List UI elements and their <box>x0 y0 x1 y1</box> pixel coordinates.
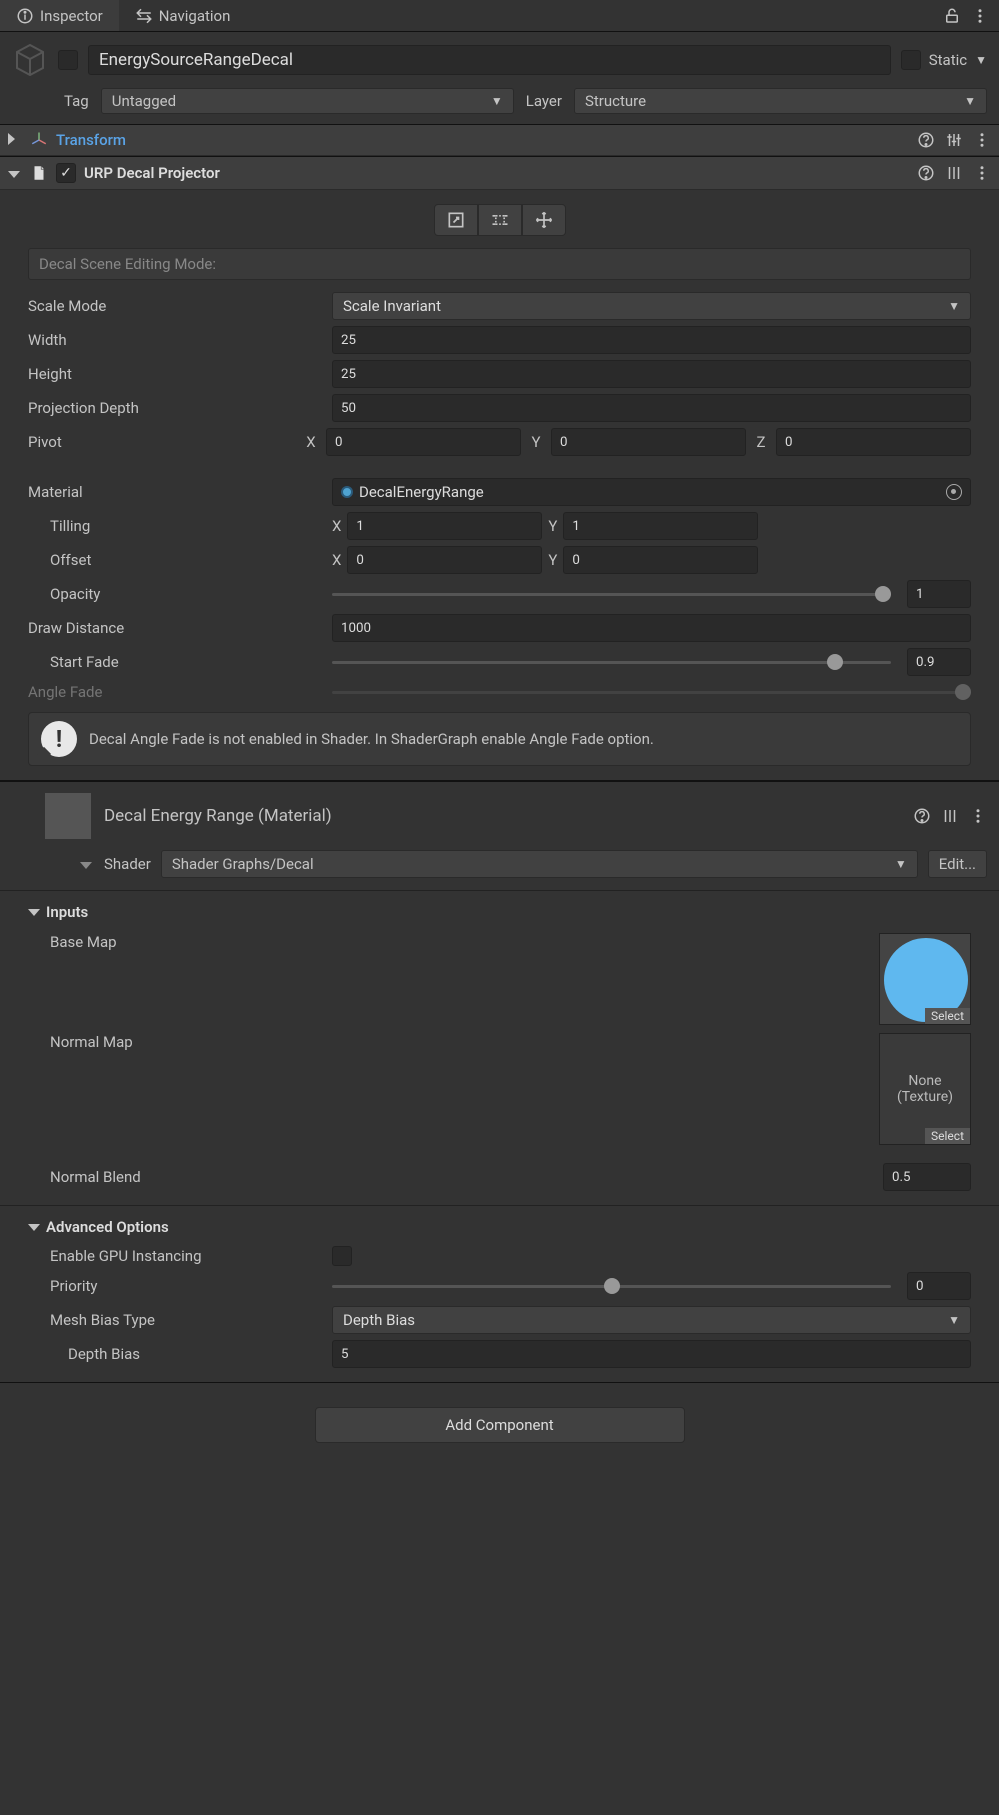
warning-icon: ! <box>41 721 77 757</box>
scale-mode-label: Scale Mode <box>28 297 332 315</box>
opacity-label: Opacity <box>28 585 332 603</box>
tool-crop-button[interactable] <box>478 204 522 236</box>
help-icon[interactable] <box>917 131 935 149</box>
transform-foldout[interactable] <box>8 131 22 149</box>
tool-scale-button[interactable] <box>434 204 478 236</box>
mesh-bias-type-dropdown[interactable]: Depth Bias ▼ <box>332 1306 971 1334</box>
preset-icon[interactable] <box>945 131 963 149</box>
height-label: Height <box>28 365 332 383</box>
scale-mode-dropdown[interactable]: Scale Invariant ▼ <box>332 292 971 320</box>
tilling-label: Tilling <box>28 517 332 535</box>
gpu-instancing-label: Enable GPU Instancing <box>28 1247 332 1265</box>
tag-dropdown[interactable]: Untagged ▼ <box>101 88 514 114</box>
shader-foldout[interactable] <box>80 855 94 873</box>
object-picker-icon[interactable] <box>946 484 962 500</box>
more-icon[interactable] <box>969 807 987 825</box>
material-label: Material <box>28 483 332 501</box>
start-fade-input[interactable] <box>907 648 971 676</box>
help-icon[interactable] <box>913 807 931 825</box>
inputs-section[interactable]: Inputs <box>28 899 971 925</box>
priority-label: Priority <box>28 1277 332 1295</box>
projection-depth-input[interactable] <box>332 394 971 422</box>
static-dropdown[interactable]: ▼ <box>975 53 987 67</box>
material-icon <box>341 486 353 498</box>
gameobject-name-input[interactable] <box>88 45 891 75</box>
component-enabled-checkbox[interactable] <box>56 163 76 183</box>
layer-dropdown[interactable]: Structure ▼ <box>574 88 987 114</box>
opacity-input[interactable] <box>907 580 971 608</box>
help-icon[interactable] <box>917 164 935 182</box>
tilling-x-input[interactable] <box>347 512 542 540</box>
more-icon[interactable] <box>971 7 989 25</box>
priority-input[interactable] <box>907 1272 971 1300</box>
offset-y-input[interactable] <box>563 546 758 574</box>
transform-icon <box>30 131 48 149</box>
start-fade-label: Start Fade <box>28 653 332 671</box>
draw-distance-label: Draw Distance <box>28 619 332 637</box>
pivot-label: Pivot <box>28 433 302 451</box>
start-fade-slider[interactable] <box>332 652 891 672</box>
gpu-instancing-checkbox[interactable] <box>332 1246 352 1266</box>
select-button[interactable]: Select <box>925 1008 970 1024</box>
angle-fade-slider <box>332 682 971 702</box>
depth-bias-label: Depth Bias <box>28 1345 332 1363</box>
info-icon <box>16 7 34 25</box>
tilling-y-input[interactable] <box>563 512 758 540</box>
transform-title[interactable]: Transform <box>56 131 909 149</box>
normal-map-label: Normal Map <box>28 1033 879 1051</box>
depth-bias-input[interactable] <box>332 1340 971 1368</box>
tag-label: Tag <box>64 92 89 110</box>
height-input[interactable] <box>332 360 971 388</box>
draw-distance-input[interactable] <box>332 614 971 642</box>
pivot-y-input[interactable] <box>551 428 746 456</box>
edit-shader-button[interactable]: Edit... <box>928 850 987 878</box>
tool-move-button[interactable] <box>522 204 566 236</box>
priority-slider[interactable] <box>332 1276 891 1296</box>
offset-label: Offset <box>28 551 332 569</box>
shader-label: Shader <box>104 855 151 873</box>
advanced-options-section[interactable]: Advanced Options <box>28 1214 971 1240</box>
normal-blend-input[interactable] <box>883 1163 971 1191</box>
gameobject-enabled-checkbox[interactable] <box>58 50 78 70</box>
select-button[interactable]: Select <box>925 1128 970 1144</box>
opacity-slider[interactable] <box>332 584 891 604</box>
preset-icon[interactable] <box>945 164 963 182</box>
navigation-icon <box>135 7 153 25</box>
info-text: Decal Angle Fade is not enabled in Shade… <box>89 730 654 748</box>
projection-depth-label: Projection Depth <box>28 399 332 417</box>
script-icon <box>30 164 48 182</box>
material-field[interactable]: DecalEnergyRange <box>332 478 971 506</box>
tab-label: Navigation <box>159 7 231 25</box>
decal-foldout[interactable] <box>8 164 22 182</box>
static-checkbox[interactable] <box>901 50 921 70</box>
layer-label: Layer <box>526 92 562 110</box>
editing-mode-label: Decal Scene Editing Mode: <box>28 248 971 280</box>
tab-inspector[interactable]: Inspector <box>0 0 119 31</box>
mesh-bias-type-label: Mesh Bias Type <box>28 1311 332 1329</box>
material-preview <box>44 792 92 840</box>
pivot-z-input[interactable] <box>776 428 971 456</box>
shader-dropdown[interactable]: Shader Graphs/Decal ▼ <box>161 850 918 878</box>
tab-label: Inspector <box>40 7 103 25</box>
angle-fade-label: Angle Fade <box>28 683 332 701</box>
offset-x-input[interactable] <box>347 546 542 574</box>
add-component-button[interactable]: Add Component <box>315 1407 685 1443</box>
base-map-texture[interactable]: Select <box>879 933 971 1025</box>
tab-navigation[interactable]: Navigation <box>119 0 247 31</box>
gameobject-icon <box>12 42 48 78</box>
more-icon[interactable] <box>973 164 991 182</box>
normal-blend-label: Normal Blend <box>28 1168 332 1186</box>
static-label: Static <box>929 51 967 69</box>
pivot-x-input[interactable] <box>326 428 521 456</box>
info-box: ! Decal Angle Fade is not enabled in Sha… <box>28 712 971 766</box>
material-title: Decal Energy Range (Material) <box>104 806 901 826</box>
base-map-label: Base Map <box>28 933 879 951</box>
width-input[interactable] <box>332 326 971 354</box>
preset-icon[interactable] <box>941 807 959 825</box>
lock-icon[interactable] <box>943 7 961 25</box>
decal-title: URP Decal Projector <box>84 164 909 182</box>
width-label: Width <box>28 331 332 349</box>
normal-map-texture[interactable]: None (Texture) Select <box>879 1033 971 1145</box>
more-icon[interactable] <box>973 131 991 149</box>
